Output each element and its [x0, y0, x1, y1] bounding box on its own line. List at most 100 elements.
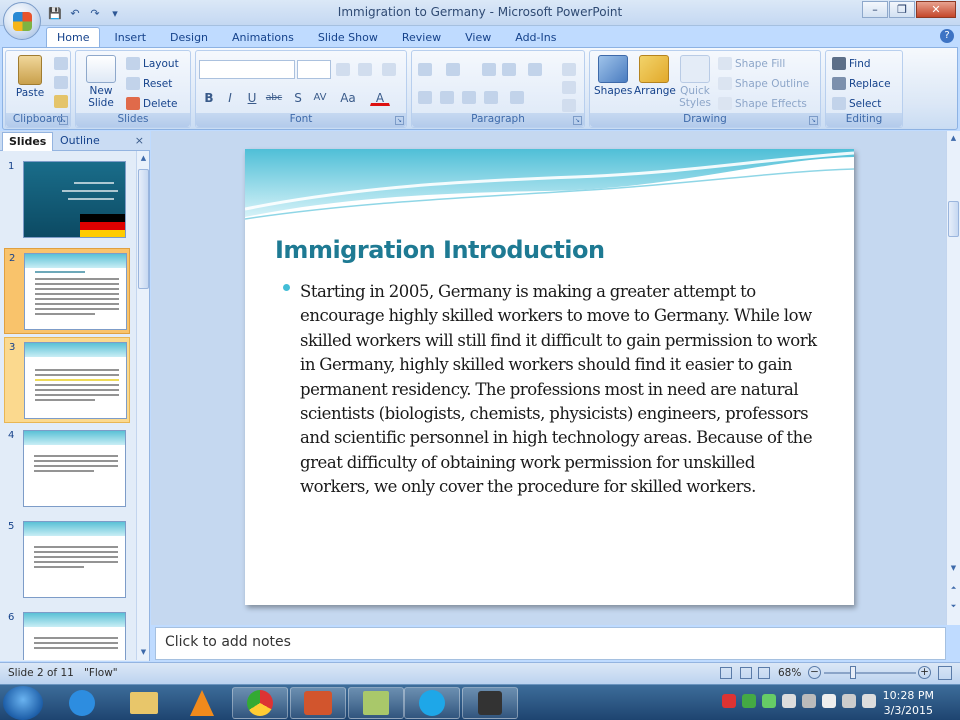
justify-icon[interactable]	[484, 91, 498, 104]
font-launcher-icon[interactable]: ↘	[395, 116, 404, 125]
line-spacing-icon[interactable]	[528, 63, 542, 76]
strikethrough-button[interactable]: abc	[264, 88, 284, 106]
delete-slide-button[interactable]: Delete	[126, 97, 178, 110]
office-button[interactable]	[3, 2, 41, 40]
align-right-icon[interactable]	[462, 91, 476, 104]
slide-show-icon[interactable]	[758, 667, 770, 679]
drawing-launcher-icon[interactable]: ↘	[809, 116, 818, 125]
shapes-button[interactable]: Shapes	[594, 55, 632, 97]
shrink-font-icon[interactable]	[358, 63, 372, 76]
shape-effects-button[interactable]: Shape Effects	[718, 97, 807, 110]
taskbar-chrome-icon[interactable]	[232, 687, 288, 719]
align-center-icon[interactable]	[440, 91, 454, 104]
zoom-level[interactable]: 68%	[778, 667, 801, 679]
layout-button[interactable]: Layout	[126, 57, 179, 70]
clear-format-icon[interactable]	[382, 63, 396, 76]
italic-button[interactable]: I	[220, 88, 240, 106]
underline-button[interactable]: U	[242, 88, 262, 106]
slide-body-text[interactable]: Starting in 2005, Germany is making a gr…	[300, 280, 822, 500]
tab-animations[interactable]: Animations	[222, 28, 304, 48]
slide-thumbnail-3[interactable]: 3	[4, 337, 130, 423]
tab-review[interactable]: Review	[392, 28, 451, 48]
minimize-button[interactable]: –	[862, 1, 888, 18]
decrease-indent-icon[interactable]	[482, 63, 496, 76]
shape-outline-button[interactable]: Shape Outline	[718, 77, 809, 90]
new-slide-button[interactable]: New Slide	[80, 55, 122, 109]
columns-icon[interactable]	[510, 91, 524, 104]
numbering-icon[interactable]	[446, 63, 460, 76]
tab-add-ins[interactable]: Add-Ins	[505, 28, 566, 48]
scrollbar-thumb[interactable]	[948, 201, 959, 237]
slide-canvas[interactable]: Immigration Introduction Starting in 200…	[245, 149, 854, 605]
smartart-icon[interactable]	[562, 99, 576, 112]
clipboard-launcher-icon[interactable]: ↘	[59, 116, 68, 125]
slide-scrollbar[interactable]: ▲ ▼ ⏶ ⏷	[946, 131, 960, 625]
arrange-button[interactable]: Arrange	[634, 55, 676, 97]
close-button[interactable]: ✕	[916, 1, 956, 18]
taskbar-explorer-icon[interactable]	[116, 687, 172, 719]
scroll-down-icon[interactable]: ▼	[948, 563, 959, 574]
format-painter-icon[interactable]	[54, 95, 68, 108]
taskbar-recorder-icon[interactable]	[462, 687, 518, 719]
slide-title[interactable]: Immigration Introduction	[275, 236, 605, 264]
align-left-icon[interactable]	[418, 91, 432, 104]
text-direction-icon[interactable]	[562, 63, 576, 76]
start-button[interactable]	[3, 686, 43, 720]
select-button[interactable]: Select	[832, 97, 881, 110]
tab-outline-pane[interactable]: Outline	[54, 132, 106, 151]
scroll-up-icon[interactable]: ▲	[948, 133, 959, 144]
slide-thumbnail-6[interactable]: 6	[4, 608, 130, 660]
change-case-button[interactable]: Aa	[338, 88, 358, 106]
taskbar-ie-icon[interactable]	[54, 687, 110, 719]
tab-home[interactable]: Home	[46, 27, 101, 48]
normal-view-icon[interactable]	[720, 667, 732, 679]
slide-thumbnail-4[interactable]: 4	[4, 426, 130, 512]
font-name-combo[interactable]	[199, 60, 295, 79]
tray-sync-icon[interactable]	[742, 694, 756, 708]
font-color-button[interactable]: A	[370, 88, 390, 106]
zoom-in-button[interactable]: +	[918, 666, 931, 679]
bullets-icon[interactable]	[418, 63, 432, 76]
replace-button[interactable]: Replace	[832, 77, 891, 90]
tab-slides-pane[interactable]: Slides	[2, 132, 54, 151]
quick-styles-button[interactable]: Quick Styles	[676, 55, 714, 109]
restore-button[interactable]: ❐	[889, 1, 915, 18]
align-text-icon[interactable]	[562, 81, 576, 94]
tray-flag-icon[interactable]	[782, 694, 796, 708]
grow-font-icon[interactable]	[336, 63, 350, 76]
cut-icon[interactable]	[54, 57, 68, 70]
slide-thumbnail-5[interactable]: 5	[4, 517, 130, 603]
slides-pane-scrollbar[interactable]: ▲ ▼	[136, 151, 149, 660]
tab-slide-show[interactable]: Slide Show	[308, 28, 388, 48]
close-pane-icon[interactable]: ×	[135, 134, 144, 147]
scrollbar-thumb[interactable]	[138, 169, 149, 289]
zoom-out-button[interactable]: −	[808, 666, 821, 679]
slide-thumbnail-1[interactable]: 1	[4, 157, 130, 243]
taskbar-notes-icon[interactable]	[348, 687, 404, 719]
slide-sorter-icon[interactable]	[740, 667, 752, 679]
slide-thumbnail-2[interactable]: 2	[4, 248, 130, 334]
increase-indent-icon[interactable]	[502, 63, 516, 76]
zoom-slider-thumb[interactable]	[850, 666, 856, 679]
tray-app-icon[interactable]	[722, 694, 736, 708]
taskbar-powerpoint-icon[interactable]	[290, 687, 346, 719]
taskbar-clock[interactable]: 10:28 PM 3/3/2015	[883, 688, 934, 718]
taskbar-vlc-icon[interactable]	[174, 687, 230, 719]
tab-insert[interactable]: Insert	[104, 28, 156, 48]
paste-button[interactable]: Paste	[10, 55, 50, 99]
find-button[interactable]: Find	[832, 57, 871, 70]
previous-slide-icon[interactable]: ⏶	[948, 583, 959, 594]
help-icon[interactable]: ?	[940, 29, 954, 43]
scroll-down-icon[interactable]: ▼	[138, 647, 149, 658]
reset-button[interactable]: Reset	[126, 77, 172, 90]
font-size-combo[interactable]	[297, 60, 331, 79]
bold-button[interactable]: B	[199, 88, 219, 106]
notes-pane[interactable]: Click to add notes	[155, 627, 946, 660]
copy-icon[interactable]	[54, 76, 68, 89]
tab-view[interactable]: View	[455, 28, 501, 48]
shape-fill-button[interactable]: Shape Fill	[718, 57, 785, 70]
tray-network-icon[interactable]	[822, 694, 836, 708]
paragraph-launcher-icon[interactable]: ↘	[573, 116, 582, 125]
taskbar-skype-icon[interactable]	[404, 687, 460, 719]
fit-slide-icon[interactable]	[938, 666, 952, 680]
